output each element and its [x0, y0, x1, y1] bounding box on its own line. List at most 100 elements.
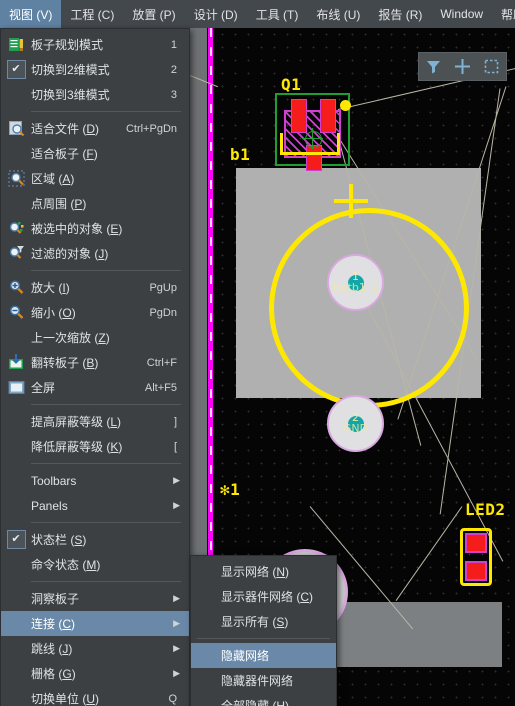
menu-item-label: 放大 (I) — [31, 281, 70, 295]
ratline — [395, 506, 463, 601]
menu-item-shortcut: [ — [173, 440, 177, 453]
menu-item-label: 显示器件网络 (C) — [221, 590, 314, 604]
component-pad[interactable] — [320, 99, 336, 133]
menu-item-label: 点周围 (P) — [31, 197, 87, 211]
component-pad[interactable] — [465, 561, 487, 581]
submenu-item-全部隐藏-H[interactable]: 全部隐藏 (H) — [191, 693, 336, 706]
menu-item-命令状态-M[interactable]: 命令状态 (M) — [1, 552, 189, 577]
menu-item-label: 洞察板子 — [31, 592, 80, 606]
menu-item-label: 命令状态 (M) — [31, 558, 101, 572]
component-pad[interactable] — [291, 99, 307, 133]
menu-item-放大-I[interactable]: 放大 (I) PgUp — [1, 275, 189, 300]
menu-item-切换到2维模式[interactable]: ✔ 切换到2维模式 2 — [1, 57, 189, 82]
menu-item-label: 状态栏 (S) — [31, 533, 87, 547]
submenu-arrow-icon: ▶ — [173, 668, 180, 678]
menu-item-提高屏蔽等级-L[interactable]: 提高屏蔽等级 (L)] — [1, 409, 189, 434]
designator-star1: ✻1 — [220, 480, 241, 499]
no-icon — [1, 141, 31, 166]
submenu-arrow-icon: ▶ — [173, 500, 180, 510]
selection-rect-icon[interactable] — [482, 57, 501, 76]
no-icon — [1, 191, 31, 216]
canvas-floating-toolbar[interactable] — [418, 52, 507, 81]
menu-separator — [31, 581, 181, 582]
no-icon — [1, 409, 31, 434]
menu-item-状态栏-S[interactable]: ✔ 状态栏 (S) — [1, 527, 189, 552]
menu-item-上一次缩放-Z[interactable]: 上一次缩放 (Z) — [1, 325, 189, 350]
no-icon — [191, 668, 215, 693]
pad-1[interactable]: 1 Netb1_1 — [327, 254, 384, 311]
menubar-item-view[interactable]: 视图 (V) — [0, 0, 62, 28]
menu-item-翻转板子-B[interactable]: 翻转板子 (B) Ctrl+F — [1, 350, 189, 375]
menu-item-shortcut: 2 — [170, 63, 177, 76]
menu-item-栅格-G[interactable]: 栅格 (G) ▶ — [1, 661, 189, 686]
menu-item-label: 翻转板子 (B) — [31, 356, 99, 370]
menu-item-适合文件-D[interactable]: 适合文件 (D) Ctrl+PgDn — [1, 116, 189, 141]
menu-item-label: 栅格 (G) — [31, 667, 76, 681]
submenu-item-隐藏器件网络[interactable]: 隐藏器件网络 — [191, 668, 336, 693]
menu-item-切换单位-U[interactable]: 切换单位 (U) Q — [1, 686, 189, 706]
silkscreen-circle — [269, 208, 469, 408]
menu-item-点周围-P[interactable]: 点周围 (P) — [1, 191, 189, 216]
menubar-item-reports[interactable]: 报告 (R) — [369, 0, 431, 28]
connect-submenu[interactable]: 显示网络 (N) 显示器件网络 (C) 显示所有 (S) 隐藏网络 隐藏器件网络 全部隐藏… — [190, 555, 337, 706]
menu-bar[interactable]: 视图 (V) 工程 (C) 放置 (P) 设计 (D) 工具 (T) 布线 (U… — [0, 0, 515, 28]
pad-net-label: Netb1_1 — [332, 281, 379, 294]
menubar-item-project[interactable]: 工程 (C) — [61, 0, 123, 28]
menubar-item-tools[interactable]: 工具 (T) — [247, 0, 308, 28]
submenu-item-隐藏网络[interactable]: 隐藏网络 — [191, 643, 336, 668]
menu-item-label: 降低屏蔽等级 (K) — [31, 440, 123, 454]
no-icon — [1, 686, 31, 706]
component-q1[interactable] — [275, 93, 351, 171]
no-icon — [191, 559, 215, 584]
menu-item-Toolbars[interactable]: Toolbars ▶ — [1, 468, 189, 493]
menubar-item-design[interactable]: 设计 (D) — [185, 0, 247, 28]
no-icon — [1, 611, 31, 636]
menu-item-全屏[interactable]: 全屏 Alt+F5 — [1, 375, 189, 400]
pad-2[interactable]: 2 GND — [327, 395, 384, 452]
submenu-arrow-icon: ▶ — [173, 593, 180, 603]
menu-item-label: Toolbars — [31, 473, 77, 488]
menu-item-Panels[interactable]: Panels ▶ — [1, 493, 189, 518]
component-led2[interactable] — [460, 528, 492, 586]
submenu-item-显示器件网络-C[interactable]: 显示器件网络 (C) — [191, 584, 336, 609]
check-icon: ✔ — [1, 527, 31, 552]
menu-item-shortcut: 1 — [170, 38, 177, 51]
menu-item-shortcut: ] — [173, 415, 177, 428]
menu-item-shortcut: Q — [168, 692, 177, 705]
submenu-item-显示网络-N[interactable]: 显示网络 (N) — [191, 559, 336, 584]
no-icon — [1, 82, 31, 107]
menu-separator — [197, 638, 330, 639]
submenu-item-显示所有-S[interactable]: 显示所有 (S) — [191, 609, 336, 634]
zoom-filtered-icon — [1, 241, 31, 266]
menu-item-连接-C[interactable]: 连接 (C) ▶ — [1, 611, 189, 636]
menubar-item-window[interactable]: Window — [431, 0, 492, 28]
menu-item-板子规划模式[interactable]: 板子规划模式 1 — [1, 32, 189, 57]
menu-item-过滤的对象-J[interactable]: 过滤的对象 (J) — [1, 241, 189, 266]
no-icon — [1, 586, 31, 611]
menu-item-跳线-J[interactable]: 跳线 (J) ▶ — [1, 636, 189, 661]
no-icon — [1, 552, 31, 577]
menu-item-label: 连接 (C) — [31, 617, 76, 631]
menu-item-shortcut: PgDn — [149, 306, 177, 319]
menubar-item-help[interactable]: 帮助 (H) — [492, 0, 515, 28]
menu-item-降低屏蔽等级-K[interactable]: 降低屏蔽等级 (K) [ — [1, 434, 189, 459]
menubar-item-place[interactable]: 放置 (P) — [123, 0, 184, 28]
no-icon — [1, 468, 31, 493]
silkscreen-crosshair — [334, 184, 368, 218]
menu-item-适合板子-F[interactable]: 适合板子 (F) — [1, 141, 189, 166]
view-menu-dropdown[interactable]: 板子规划模式 1 ✔ 切换到2维模式 2 切换到3维模式 3 适合文件 (D) Ctrl+PgD… — [0, 28, 190, 706]
menu-item-shortcut: 3 — [170, 88, 177, 101]
menu-item-被选中的对象-E[interactable]: 被选中的对象 (E) — [1, 216, 189, 241]
menu-item-label: 区域 (A) — [31, 172, 75, 186]
flip-board-icon — [1, 350, 31, 375]
menu-item-label: 切换到2维模式 — [31, 63, 110, 77]
menu-item-缩小-O[interactable]: 缩小 (O) PgDn — [1, 300, 189, 325]
crosshair-icon[interactable] — [453, 57, 472, 76]
submenu-arrow-icon: ▶ — [173, 643, 180, 653]
menu-item-洞察板子[interactable]: 洞察板子 ▶ — [1, 586, 189, 611]
menubar-item-route[interactable]: 布线 (U) — [307, 0, 369, 28]
filter-icon[interactable] — [424, 57, 443, 76]
menu-item-切换到3维模式[interactable]: 切换到3维模式 3 — [1, 82, 189, 107]
menu-item-区域-A[interactable]: 区域 (A) — [1, 166, 189, 191]
component-pad[interactable] — [465, 533, 487, 553]
